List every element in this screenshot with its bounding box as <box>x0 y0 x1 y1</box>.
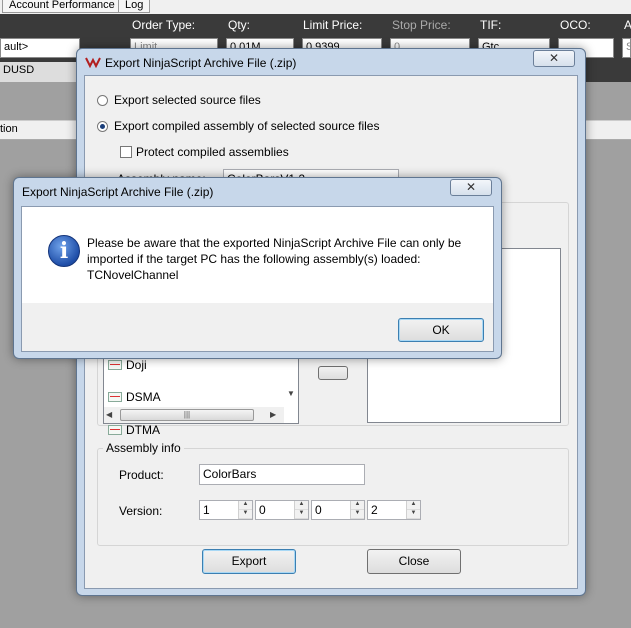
message-assembly-name: TCNovelChannel <box>87 268 179 282</box>
list-item[interactable]: DTMA <box>104 422 296 438</box>
assembly-info-legend: Assembly info <box>103 441 184 455</box>
protect-assemblies-label: Protect compiled assemblies <box>136 145 289 159</box>
message-box-window: Export NinjaScript Archive File (.zip) ✕… <box>13 177 502 359</box>
move-item-button[interactable] <box>318 366 348 380</box>
scroll-thumb[interactable]: ||| <box>120 409 254 421</box>
list-scroll-down-icon[interactable]: ▼ <box>284 387 298 401</box>
close-icon: ✕ <box>548 51 560 65</box>
order-type-label: Order Type: <box>132 18 196 32</box>
account-select[interactable]: ault> <box>0 38 80 58</box>
qty-label: Qty: <box>228 18 251 32</box>
version-revision-value: 2 <box>371 503 378 517</box>
message-box-client: i Please be aware that the exported Ninj… <box>21 206 494 352</box>
limit-price-label: Limit Price: <box>303 18 363 32</box>
extra-input[interactable]: S <box>622 38 631 58</box>
oco-label: OCO: <box>560 18 591 32</box>
indicator-icon <box>108 392 122 402</box>
tif-label: TIF: <box>480 18 502 32</box>
message-box-close-button[interactable]: ✕ <box>450 179 492 196</box>
close-icon: ✕ <box>465 180 477 194</box>
grid-column-header: tion <box>0 123 18 135</box>
version-major-input[interactable]: 1 ▲ ▼ <box>199 500 253 520</box>
list-item[interactable]: Doji <box>104 357 296 373</box>
export-compiled-label: Export compiled assembly of selected sou… <box>114 119 380 133</box>
list-item-label: Doji <box>126 358 147 372</box>
tab-account-performance[interactable]: Account Performance <box>2 0 122 13</box>
version-revision-spinner[interactable]: ▲ ▼ <box>406 501 420 519</box>
protect-assemblies-checkbox[interactable] <box>120 146 132 158</box>
version-label: Version: <box>119 504 163 518</box>
version-minor-spinner[interactable]: ▲ ▼ <box>294 501 308 519</box>
version-build-input[interactable]: 0 ▲ ▼ <box>311 500 365 520</box>
bottom-tab-strip: Account Performance Log <box>0 0 631 15</box>
version-minor-value: 0 <box>259 503 266 517</box>
export-dialog-title: Export NinjaScript Archive File (.zip) <box>105 56 297 70</box>
ok-button[interactable]: OK <box>398 318 484 342</box>
export-button[interactable]: Export <box>202 549 296 574</box>
message-area: i Please be aware that the exported Ninj… <box>22 207 493 303</box>
list-item-label: DTMA <box>126 423 160 437</box>
message-line-1: Please be aware that the exported NinjaS… <box>87 236 462 250</box>
tab-log[interactable]: Log <box>118 0 151 13</box>
assembly-info-group <box>97 448 569 546</box>
information-icon: i <box>48 235 80 267</box>
scroll-right-icon[interactable]: ▶ <box>270 410 276 419</box>
version-build-value: 0 <box>315 503 322 517</box>
version-major-spinner[interactable]: ▲ ▼ <box>238 501 252 519</box>
message-line-2: imported if the target PC has the follow… <box>87 252 421 266</box>
indicator-icon <box>108 425 122 435</box>
message-box-title: Export NinjaScript Archive File (.zip) <box>22 185 214 199</box>
message-text: Please be aware that the exported NinjaS… <box>87 235 461 283</box>
stop-price-label: Stop Price: <box>392 18 451 32</box>
scroll-left-icon[interactable]: ◀ <box>106 410 112 419</box>
close-button[interactable]: Close <box>367 549 461 574</box>
list-item[interactable]: DSMA <box>104 389 296 405</box>
product-input[interactable]: ColorBars <box>199 464 365 485</box>
ninjatrader-app-icon <box>85 57 101 68</box>
version-major-value: 1 <box>203 503 210 517</box>
version-revision-input[interactable]: 2 ▲ ▼ <box>367 500 421 520</box>
list-horizontal-scrollbar[interactable]: ◀ ||| ▶ <box>104 407 284 423</box>
export-dialog-close-button[interactable]: ✕ <box>533 50 575 67</box>
instrument-display: DUSD <box>0 62 80 82</box>
indicator-icon <box>108 360 122 370</box>
version-build-spinner[interactable]: ▲ ▼ <box>350 501 364 519</box>
list-item-label: DSMA <box>126 390 161 404</box>
export-source-radio[interactable] <box>97 95 108 106</box>
export-compiled-radio[interactable] <box>97 121 108 132</box>
product-label: Product: <box>119 468 164 482</box>
version-minor-input[interactable]: 0 ▲ ▼ <box>255 500 309 520</box>
extra-label: A <box>624 18 631 32</box>
export-source-label: Export selected source files <box>114 93 261 107</box>
